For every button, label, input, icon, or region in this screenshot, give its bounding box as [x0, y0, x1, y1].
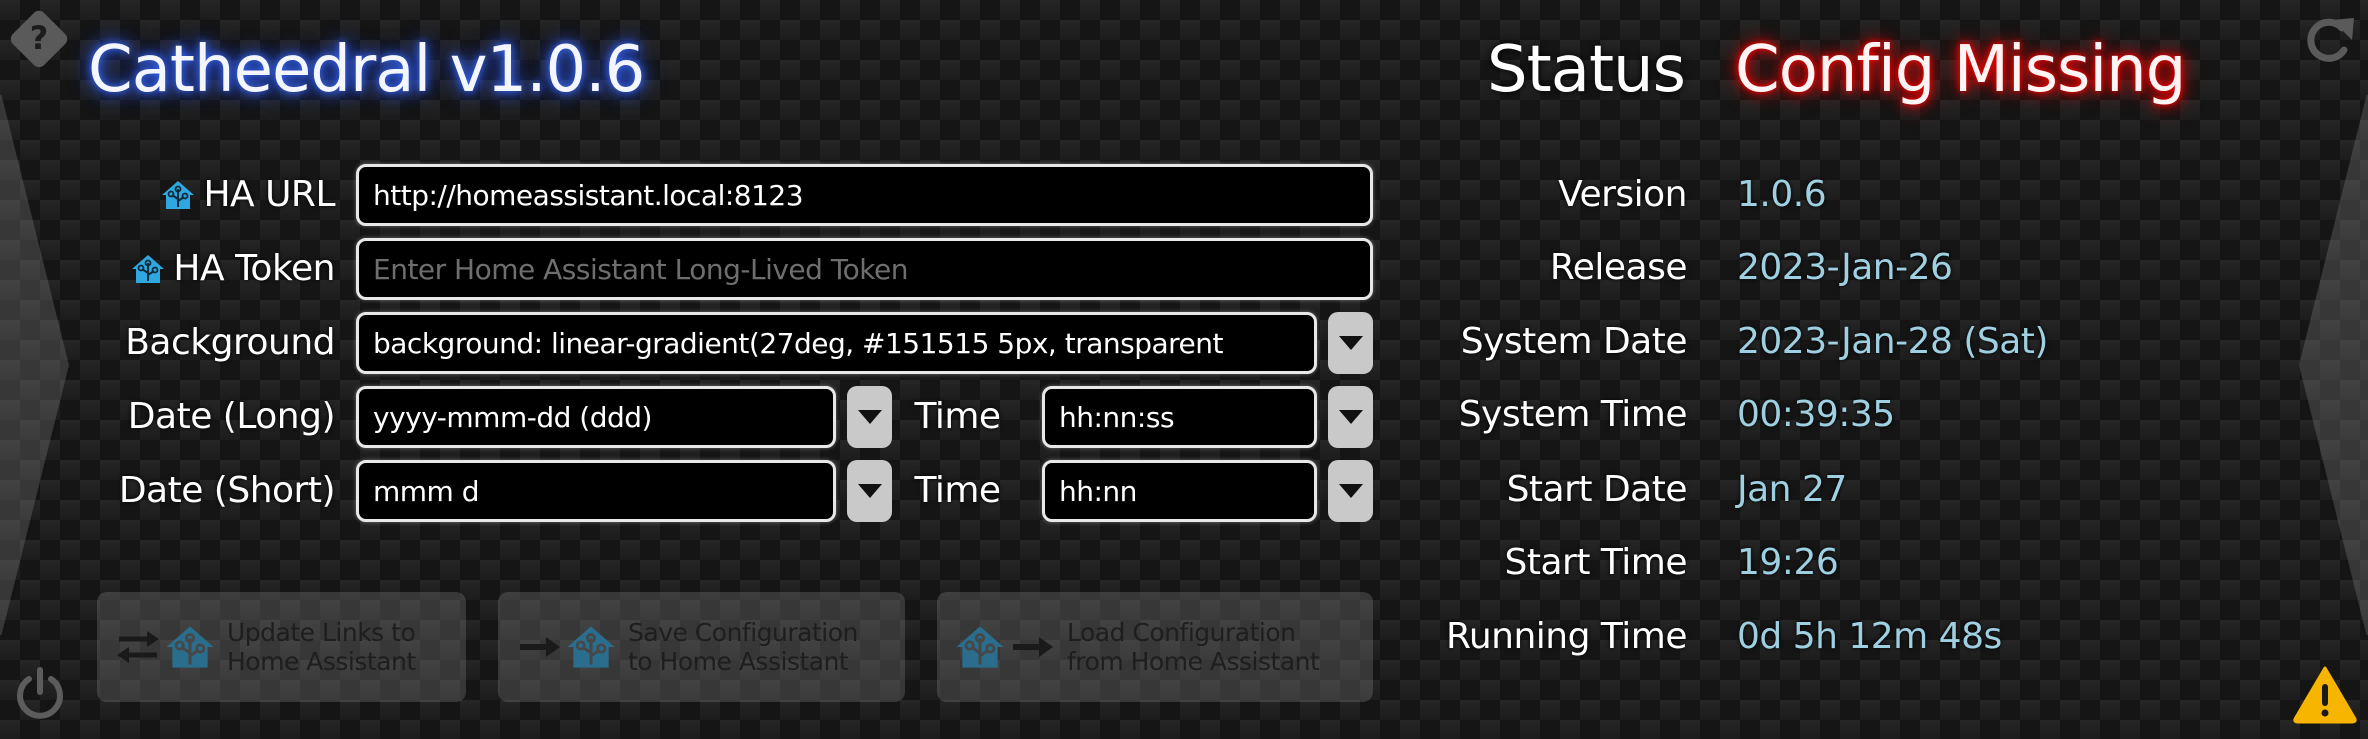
power-icon[interactable]	[12, 664, 68, 720]
save-configuration-button[interactable]: Save Configuration to Home Assistant	[498, 592, 905, 702]
home-assistant-icon	[166, 626, 214, 668]
ha-url-label: HA URL	[0, 164, 335, 226]
status-label: Status	[1487, 33, 1686, 107]
time-long-label: Time	[905, 386, 1010, 448]
date-short-label-text: Date (Short)	[118, 470, 336, 511]
date-short-label: Date (Short)	[0, 460, 336, 522]
info-label-version: Version	[1558, 174, 1687, 215]
background-label-text: Background	[125, 322, 335, 363]
ha-token-input[interactable]	[356, 238, 1373, 300]
home-assistant-icon	[162, 181, 195, 209]
info-label-start-time: Start Time	[1504, 542, 1688, 583]
date-short-input[interactable]	[356, 460, 836, 522]
info-value-system-time: 00:39:35	[1737, 394, 1895, 435]
info-label-release: Release	[1549, 247, 1688, 288]
time-long-input[interactable]	[1042, 386, 1317, 448]
time-short-input[interactable]	[1042, 460, 1317, 522]
arrow-right-icon	[520, 637, 560, 657]
refresh-icon[interactable]	[2300, 14, 2356, 66]
time-long-label-text: Time	[914, 396, 1001, 437]
background-input[interactable]	[356, 312, 1317, 374]
chevron-down-icon	[857, 484, 882, 498]
date-long-label-text: Date (Long)	[127, 396, 336, 437]
update-links-label: Update Links to Home Assistant	[227, 618, 416, 676]
home-assistant-icon	[956, 626, 1004, 668]
app-title: Catheedral v1.0.6	[88, 33, 645, 107]
ha-token-label-text: HA Token	[173, 248, 335, 289]
home-assistant-icon	[567, 626, 615, 668]
date-long-input[interactable]	[356, 386, 836, 448]
info-label-running-time: Running Time	[1445, 616, 1688, 657]
help-glyph: ?	[29, 19, 49, 57]
info-label-system-date: System Date	[1460, 321, 1688, 362]
info-value-release: 2023-Jan-26	[1737, 247, 1953, 288]
ha-token-label: HA Token	[0, 238, 335, 300]
info-value-system-date: 2023-Jan-28 (Sat)	[1737, 321, 2048, 362]
info-value-start-date: Jan 27	[1737, 469, 1847, 510]
home-assistant-icon	[132, 255, 165, 283]
swap-arrows-icon	[117, 631, 159, 663]
info-value-start-time: 19:26	[1737, 542, 1839, 583]
warning-icon[interactable]	[2292, 664, 2358, 724]
next-page-tab[interactable]	[2299, 95, 2368, 635]
time-short-label: Time	[905, 460, 1010, 522]
ha-url-label-text: HA URL	[203, 174, 335, 215]
info-value-version: 1.0.6	[1737, 174, 1827, 215]
update-links-button[interactable]: Update Links to Home Assistant	[97, 592, 466, 702]
ha-url-input[interactable]	[356, 164, 1373, 226]
date-long-label: Date (Long)	[0, 386, 336, 448]
info-value-running-time: 0d 5h 12m 48s	[1737, 616, 2002, 657]
arrow-right-icon	[1013, 637, 1053, 657]
load-configuration-label: Load Configuration from Home Assistant	[1067, 618, 1320, 676]
status-value: Config Missing	[1735, 33, 2186, 107]
background-label: Background	[0, 312, 335, 374]
date-long-dropdown-button[interactable]	[847, 386, 892, 448]
chevron-down-icon	[857, 410, 882, 424]
info-label-start-date: Start Date	[1506, 469, 1688, 510]
save-configuration-label: Save Configuration to Home Assistant	[628, 618, 858, 676]
info-label-system-time: System Time	[1458, 394, 1688, 435]
time-short-label-text: Time	[914, 470, 1001, 511]
date-short-dropdown-button[interactable]	[847, 460, 892, 522]
